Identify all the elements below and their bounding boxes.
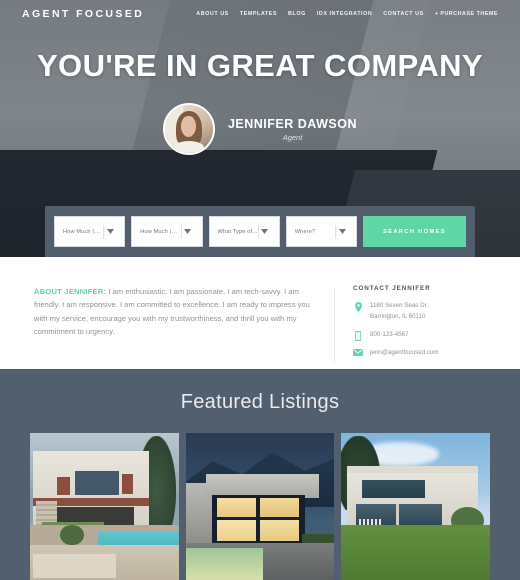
search-field-price-max[interactable]: How Much (Max)? bbox=[54, 216, 126, 247]
chevron-down-icon[interactable] bbox=[259, 229, 271, 234]
agent-name: JENNIFER DAWSON bbox=[227, 116, 358, 131]
about-section: ABOUT JENNIFER: I am enthusiastic. I am … bbox=[0, 257, 520, 369]
listing-2-window-upper-right bbox=[260, 498, 299, 518]
column-divider bbox=[334, 287, 335, 363]
avatar-body bbox=[173, 141, 205, 153]
listing-1-balcony-glass bbox=[74, 471, 120, 496]
nav-link-purchase-theme[interactable]: + PURCHASE THEME bbox=[435, 11, 498, 17]
nav-link-about-us[interactable]: ABOUT US bbox=[196, 11, 229, 17]
agent-role: Agent bbox=[282, 132, 303, 142]
listing-1-window-right bbox=[122, 474, 133, 494]
nav-link-contact-us[interactable]: CONTACT US bbox=[383, 11, 423, 17]
listing-3-lawn bbox=[341, 524, 491, 580]
nav-link-templates[interactable]: TEMPLATES bbox=[240, 11, 277, 17]
chevron-down-icon[interactable] bbox=[182, 229, 194, 234]
about-lead-label: ABOUT JENNIFER: bbox=[34, 287, 107, 296]
listing-1-wall bbox=[32, 554, 117, 579]
hero-headline: YOU'RE IN GREAT COMPANY bbox=[36, 48, 483, 83]
envelope-icon bbox=[353, 348, 363, 356]
map-pin-icon bbox=[353, 301, 363, 312]
contact-heading: CONTACT JENNIFER bbox=[353, 285, 431, 292]
contact-column: CONTACT JENNIFER 1180 Seven Seas Dr. Bar… bbox=[353, 285, 486, 369]
address-line-2: Barrington, IL 60110 bbox=[370, 312, 426, 320]
contact-email-address[interactable]: jenn@agentfocused.com bbox=[370, 348, 439, 359]
listing-2-window-upper-left bbox=[216, 498, 256, 518]
listing-3-roofline bbox=[347, 465, 479, 473]
contact-address: 1180 Seven Seas Dr. Barrington, IL 60110 bbox=[353, 301, 486, 323]
site-logo[interactable]: AGENT FOCUSED bbox=[22, 8, 144, 20]
page-root: AGENT FOCUSED ABOUT US TEMPLATES BLOG ID… bbox=[0, 0, 520, 580]
avatar-face bbox=[181, 115, 197, 137]
about-paragraph: ABOUT JENNIFER: I am enthusiastic. I am … bbox=[34, 285, 318, 338]
search-field-home-type-label: What Type of Home? bbox=[217, 228, 258, 235]
navbar: AGENT FOCUSED ABOUT US TEMPLATES BLOG ID… bbox=[0, 0, 520, 28]
listing-1-window-left bbox=[56, 477, 71, 496]
avatar bbox=[162, 103, 215, 155]
listing-card-3[interactable] bbox=[341, 433, 491, 580]
featured-listings-section: Featured Listings bbox=[0, 369, 520, 580]
about-column: ABOUT JENNIFER: I am enthusiastic. I am … bbox=[34, 285, 334, 369]
listings-grid bbox=[0, 433, 520, 580]
listing-card-2[interactable] bbox=[185, 433, 335, 580]
search-field-price-min-label: How Much (Min)? bbox=[140, 228, 180, 235]
chevron-down-icon[interactable] bbox=[104, 229, 116, 234]
contact-phone-number[interactable]: 800-123-4567 bbox=[370, 330, 409, 341]
search-field-price-min[interactable]: How Much (Min)? bbox=[131, 216, 203, 247]
listing-2-pool bbox=[185, 548, 263, 580]
nav-link-blog[interactable]: BLOG bbox=[288, 11, 306, 17]
listing-card-1[interactable] bbox=[30, 433, 179, 580]
listing-3-window-upper bbox=[362, 480, 425, 499]
address-line-1: 1180 Seven Seas Dr. bbox=[370, 302, 429, 309]
agent-identity: JENNIFER DAWSON Agent bbox=[0, 103, 520, 155]
search-field-price-max-label: How Much (Max)? bbox=[63, 228, 103, 235]
nav-links: ABOUT US TEMPLATES BLOG IDX INTEGRATION … bbox=[196, 11, 498, 17]
featured-listings-heading: Featured Listings bbox=[180, 391, 340, 413]
chevron-down-icon[interactable] bbox=[336, 229, 348, 234]
search-field-home-type[interactable]: What Type of Home? bbox=[208, 216, 280, 247]
search-homes-button-label: SEARCH HOMES bbox=[383, 228, 446, 235]
property-search-bar: How Much (Max)? How Much (Min)? What Typ… bbox=[45, 206, 475, 257]
phone-icon bbox=[353, 330, 363, 341]
listing-1-shrub bbox=[59, 524, 84, 546]
search-homes-button[interactable]: SEARCH HOMES bbox=[363, 216, 466, 247]
listing-2-window-lower-right bbox=[260, 520, 299, 542]
search-field-location-label: Where? bbox=[294, 228, 316, 235]
contact-phone: 800-123-4567 bbox=[353, 330, 486, 341]
listing-2-window-lower-left bbox=[216, 520, 256, 542]
contact-email: jenn@agentfocused.com bbox=[353, 348, 486, 359]
contact-address-lines: 1180 Seven Seas Dr. Barrington, IL 60110 bbox=[370, 301, 428, 323]
nav-link-idx-integration[interactable]: IDX INTEGRATION bbox=[317, 11, 372, 17]
agent-text: JENNIFER DAWSON Agent bbox=[228, 117, 357, 142]
search-field-location[interactable]: Where? bbox=[285, 216, 357, 247]
